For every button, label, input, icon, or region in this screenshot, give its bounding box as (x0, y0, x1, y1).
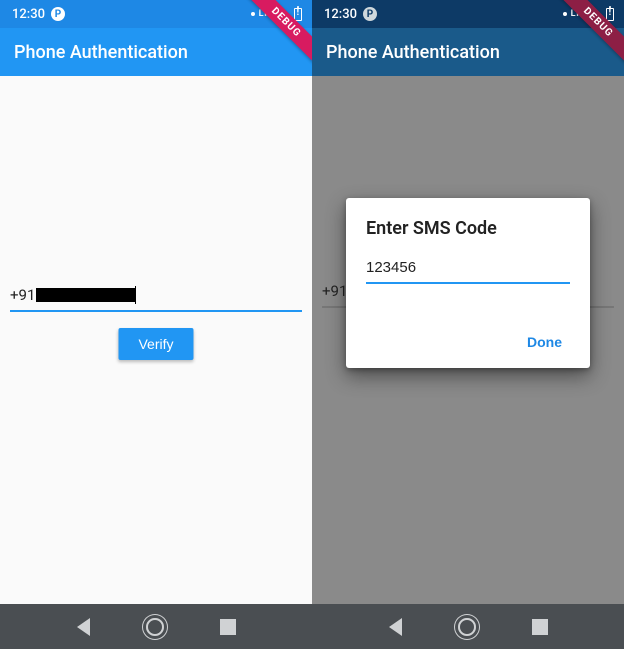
phone-prefix: +91 (10, 286, 35, 304)
back-button-icon[interactable] (389, 618, 402, 636)
network-dot-icon (563, 12, 567, 16)
status-time: 12:30 (324, 7, 357, 22)
status-left: 12:30 P (324, 7, 377, 22)
app-bar: Phone Authentication (312, 28, 624, 76)
home-button-icon[interactable] (146, 618, 164, 636)
status-time: 12:30 (12, 7, 45, 22)
app-bar-title: Phone Authentication (326, 42, 500, 63)
app-bar-title: Phone Authentication (14, 42, 188, 63)
phone-number-redacted (36, 288, 136, 302)
phone-row: +91 (10, 282, 302, 312)
phone-input[interactable]: +91 (10, 282, 302, 312)
app-bar: Phone Authentication (0, 28, 312, 76)
screenshot-pair: 12:30 P LTE DEBUG Phone Authentication +… (0, 0, 624, 604)
sms-code-dialog: Enter SMS Code Done (346, 198, 590, 368)
dialog-actions: Done (366, 328, 570, 356)
back-button-icon[interactable] (77, 618, 90, 636)
recents-button-icon[interactable] (220, 619, 236, 635)
system-nav-bar (0, 604, 624, 649)
p-icon: P (51, 7, 65, 21)
sms-code-input[interactable] (366, 257, 570, 284)
home-button-icon[interactable] (458, 618, 476, 636)
nav-left (0, 604, 312, 649)
status-left: 12:30 P (12, 7, 65, 22)
battery-alert-icon (606, 8, 614, 21)
text-cursor-icon (135, 286, 136, 304)
dialog-title: Enter SMS Code (366, 218, 570, 239)
body-area: +91 Enter SMS Code Done (312, 76, 624, 604)
p-icon: P (363, 7, 377, 21)
verify-button[interactable]: Verify (118, 328, 193, 360)
done-button[interactable]: Done (519, 328, 570, 356)
network-dot-icon (251, 12, 255, 16)
screen-sms-dialog: 12:30 P LTE DEBUG Phone Authentication +… (312, 0, 624, 604)
body-area: +91 Verify (0, 76, 312, 604)
recents-button-icon[interactable] (532, 619, 548, 635)
nav-right (312, 604, 624, 649)
screen-phone-entry: 12:30 P LTE DEBUG Phone Authentication +… (0, 0, 312, 604)
battery-alert-icon (294, 8, 302, 21)
